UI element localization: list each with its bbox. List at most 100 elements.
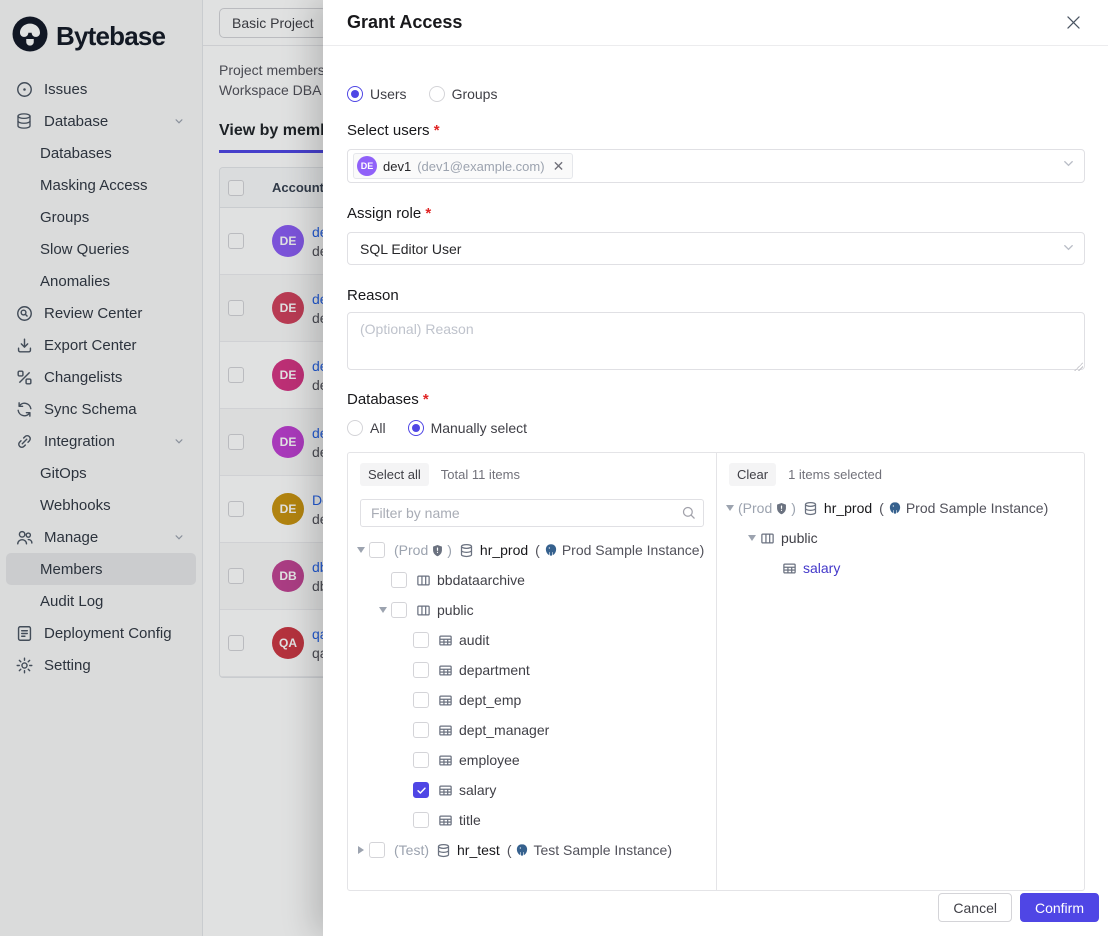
instance-label: (Test Sample Instance) xyxy=(507,842,672,858)
tree-node-label: employee xyxy=(459,752,520,768)
schema-icon xyxy=(416,573,431,588)
caret-right-icon[interactable] xyxy=(353,846,369,854)
radio-all-databases[interactable]: All xyxy=(347,420,386,436)
tree-row-hr-prod[interactable]: (Prod ) hr_prod (Prod Sample Instance) xyxy=(348,535,716,565)
database-icon xyxy=(436,843,451,858)
postgres-icon xyxy=(515,843,529,857)
radio-groups[interactable]: Groups xyxy=(429,86,498,102)
tree-node-label: dept_emp xyxy=(459,692,521,708)
tree-checkbox[interactable] xyxy=(391,572,407,588)
total-items-label: Total 11 items xyxy=(441,467,520,482)
databases-label: Databases xyxy=(347,391,1085,408)
table-icon xyxy=(438,693,453,708)
select-users-label: Select users xyxy=(347,122,1085,139)
tree-node-label: bbdataarchive xyxy=(437,572,525,588)
clear-button[interactable]: Clear xyxy=(729,463,776,486)
tree-row-hr-prod[interactable]: (Prod )hr_prod(Prod Sample Instance) xyxy=(717,493,1084,523)
filter-by-name-input[interactable] xyxy=(360,499,704,527)
tree-checkbox[interactable] xyxy=(391,602,407,618)
table-icon xyxy=(782,561,797,576)
database-icon xyxy=(459,543,474,558)
tree-row-dept-emp[interactable]: dept_emp xyxy=(348,685,716,715)
tree-checkbox[interactable] xyxy=(413,812,429,828)
tree-node-label: public xyxy=(437,602,474,618)
reason-label: Reason xyxy=(347,287,1085,304)
principal-type-radio-group: Users Groups xyxy=(347,86,1085,102)
tree-row-dept-manager[interactable]: dept_manager xyxy=(348,715,716,745)
radio-manually-select[interactable]: Manually select xyxy=(408,420,528,436)
tree-checkbox[interactable] xyxy=(413,752,429,768)
radio-dot xyxy=(347,420,363,436)
tree-row-audit[interactable]: audit xyxy=(348,625,716,655)
radio-dot xyxy=(408,420,424,436)
database-icon xyxy=(803,501,818,516)
resize-grip-icon[interactable] xyxy=(1074,362,1083,371)
tree-node-label: department xyxy=(459,662,530,678)
tree-row-employee[interactable]: employee xyxy=(348,745,716,775)
tree-node-label: salary xyxy=(459,782,496,798)
shield-icon xyxy=(775,502,788,515)
tree-node-label: dept_manager xyxy=(459,722,549,738)
tree-row-public[interactable]: public xyxy=(717,523,1084,553)
tree-row-public[interactable]: public xyxy=(348,595,716,625)
tree-node-label: hr_test xyxy=(457,842,500,858)
selected-count-label: 1 items selected xyxy=(788,467,882,482)
table-icon xyxy=(438,723,453,738)
tree-node-label: hr_prod xyxy=(824,500,872,516)
tree-row-hr-test[interactable]: (Test) hr_test (Test Sample Instance) xyxy=(348,835,716,865)
assign-role-select[interactable]: SQL Editor User xyxy=(347,232,1085,265)
schema-icon xyxy=(760,531,775,546)
table-icon xyxy=(438,633,453,648)
instance-label: (Prod Sample Instance) xyxy=(535,542,704,558)
tree-node-label: hr_prod xyxy=(480,542,528,558)
radio-dot xyxy=(347,86,363,102)
environment-label: (Test) xyxy=(394,842,429,858)
tree-row-bbdataarchive[interactable]: bbdataarchive xyxy=(348,565,716,595)
picker-selected-pane: Clear 1 items selected (Prod )hr_prod(Pr… xyxy=(717,453,1084,890)
table-icon xyxy=(438,813,453,828)
tree-row-salary[interactable]: salary xyxy=(348,775,716,805)
confirm-button[interactable]: Confirm xyxy=(1020,893,1099,922)
select-all-button[interactable]: Select all xyxy=(360,463,429,486)
shield-icon xyxy=(431,544,444,557)
tree-checkbox[interactable] xyxy=(413,782,429,798)
tree-node-label: title xyxy=(459,812,481,828)
tree-row-department[interactable]: department xyxy=(348,655,716,685)
close-icon[interactable] xyxy=(1062,12,1084,34)
table-icon xyxy=(438,783,453,798)
caret-down-icon[interactable] xyxy=(722,505,738,511)
chip-avatar: DE xyxy=(357,156,377,176)
tree-checkbox[interactable] xyxy=(413,692,429,708)
app-root: Bytebase IssuesDatabaseDatabasesMasking … xyxy=(0,0,1108,936)
tree-checkbox[interactable] xyxy=(413,662,429,678)
caret-down-icon[interactable] xyxy=(353,547,369,553)
caret-down-icon[interactable] xyxy=(744,535,760,541)
database-scope-radio-group: All Manually select xyxy=(347,420,1085,436)
cancel-button[interactable]: Cancel xyxy=(938,893,1012,922)
tree-node-label: public xyxy=(781,530,818,546)
remove-user-icon[interactable]: ✕ xyxy=(553,159,565,173)
postgres-icon xyxy=(544,543,558,557)
tree-checkbox[interactable] xyxy=(413,722,429,738)
tree-checkbox[interactable] xyxy=(369,542,385,558)
tree-row-salary[interactable]: salary xyxy=(717,553,1084,583)
tree-node-label: salary xyxy=(803,560,840,576)
reason-textarea[interactable] xyxy=(347,312,1085,370)
modal-title: Grant Access xyxy=(347,12,462,33)
radio-dot xyxy=(429,86,445,102)
assign-role-label: Assign role xyxy=(347,205,1085,222)
tree-checkbox[interactable] xyxy=(369,842,385,858)
postgres-icon xyxy=(888,501,902,515)
instance-label: (Prod Sample Instance) xyxy=(879,500,1048,516)
tree-row-title[interactable]: title xyxy=(348,805,716,835)
environment-label: (Prod ) xyxy=(394,542,452,558)
tree-node-label: audit xyxy=(459,632,489,648)
database-picker: Select all Total 11 items (Prod ) hr_prod… xyxy=(347,452,1085,891)
chevron-down-icon xyxy=(1061,156,1076,176)
select-users-input[interactable]: DE dev1 (dev1@example.com) ✕ xyxy=(347,149,1085,183)
tree-checkbox[interactable] xyxy=(413,632,429,648)
radio-users[interactable]: Users xyxy=(347,86,407,102)
table-icon xyxy=(438,663,453,678)
search-icon xyxy=(681,505,696,525)
caret-down-icon[interactable] xyxy=(375,607,391,613)
